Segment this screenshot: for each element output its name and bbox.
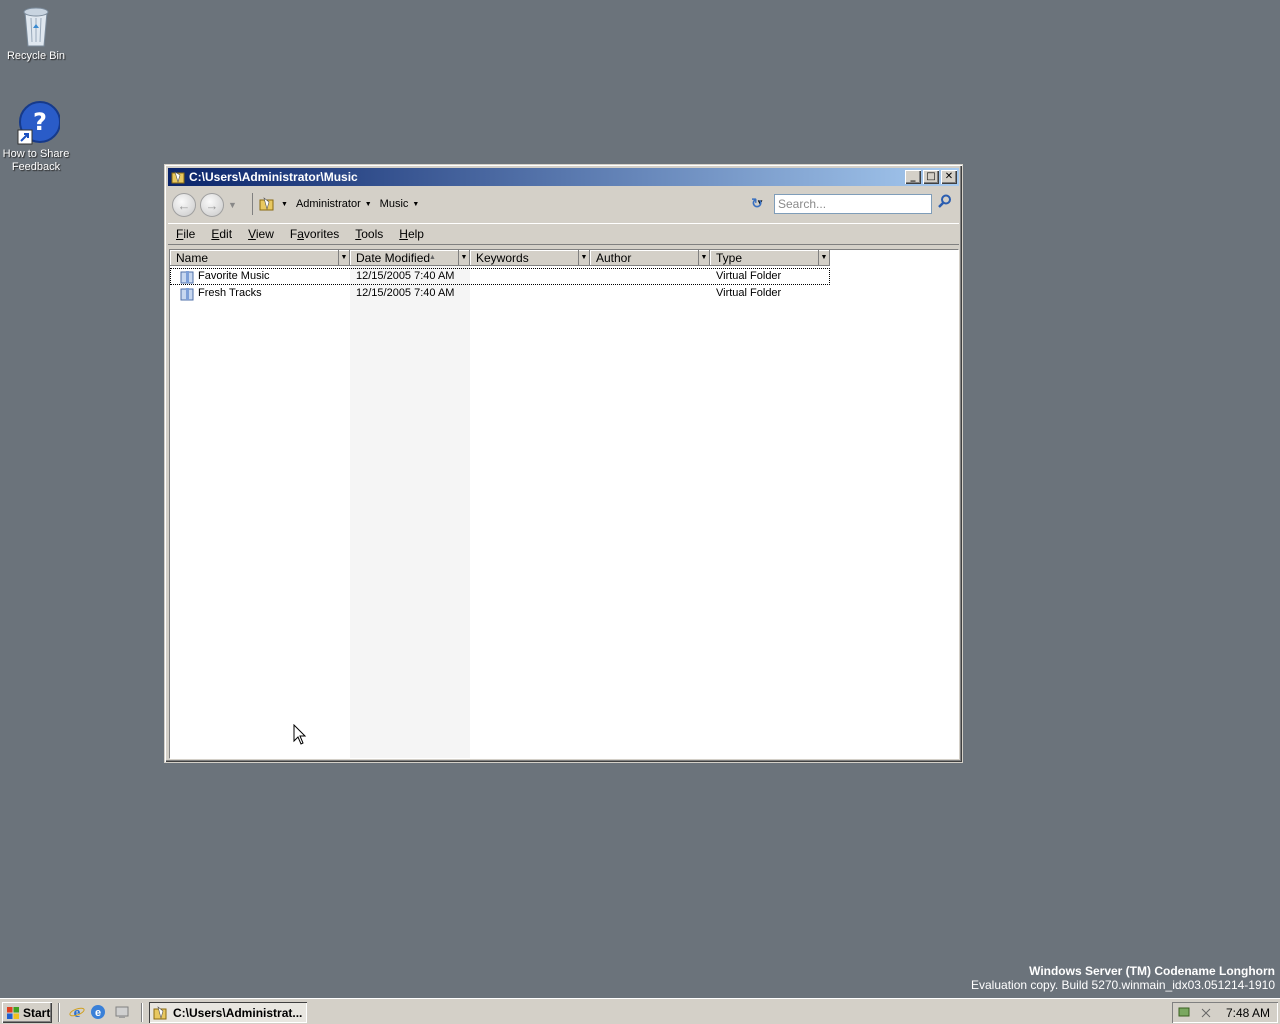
column-header-label: Keywords — [476, 251, 529, 265]
taskbar: Start e e C:\Users\Administrat... 7:48 A… — [0, 998, 1280, 1024]
refresh-icon[interactable]: ↻ — [751, 195, 763, 212]
column-header-label: Type — [716, 251, 743, 265]
virtual-folder-icon — [180, 270, 194, 284]
chevron-down-icon[interactable]: ▼ — [698, 250, 709, 265]
address-folder-icon — [259, 197, 274, 211]
recycle-bin-label: Recycle Bin — [6, 50, 66, 62]
taskbar-separator — [58, 1003, 60, 1022]
table-row[interactable]: Favorite Music 12/15/2005 7:40 AM Virtua… — [170, 268, 830, 285]
network-tray-icon[interactable] — [1176, 1005, 1212, 1021]
search-icon[interactable] — [938, 194, 952, 211]
mouse-pointer-icon — [293, 723, 307, 749]
back-button[interactable]: ← — [172, 193, 196, 217]
watermark-product: Windows Server (TM) Codename Longhorn — [1029, 964, 1275, 978]
breadcrumb[interactable]: ▼ Administrator ▼ Music ▼ ▼ — [252, 193, 768, 215]
column-headers: Name ▼ Date Modified ▲ ▼ Keywords ▼ Auth… — [170, 250, 830, 266]
column-header-type[interactable]: Type ▼ — [710, 250, 830, 266]
recycle-bin-glyph — [16, 2, 56, 47]
file-list-view[interactable]: Name ▼ Date Modified ▲ ▼ Keywords ▼ Auth… — [169, 249, 959, 759]
column-header-label: Author — [596, 251, 632, 265]
svg-text:e: e — [74, 1005, 81, 1020]
clock[interactable]: 7:48 AM — [1226, 1006, 1270, 1020]
sorted-column-highlight — [350, 250, 470, 758]
svg-text:e: e — [95, 1007, 101, 1019]
taskbar-window-label: C:\Users\Administrat... — [173, 1005, 303, 1020]
cell-date-modified: 12/15/2005 7:40 AM — [356, 270, 455, 282]
breadcrumb-root[interactable]: ▼ — [259, 197, 288, 211]
column-header-date-modified[interactable]: Date Modified ▲ ▼ — [350, 250, 470, 266]
address-toolbar: ← → ▼ ▼ Administrator ▼ Music ▼ ▼ ↻ Sear… — [168, 188, 959, 222]
watermark-build: Evaluation copy. Build 5270.winmain_idx0… — [971, 978, 1275, 992]
window-titlebar[interactable]: C:\Users\Administrator\Music _ □ ✕ — [168, 168, 959, 186]
svg-text:?: ? — [33, 108, 47, 136]
back-arrow-icon: ← — [177, 197, 191, 213]
menu-view[interactable]: View — [248, 227, 274, 241]
table-row[interactable]: Fresh Tracks 12/15/2005 7:40 AM Virtual … — [170, 285, 830, 302]
close-icon: ✕ — [944, 171, 954, 182]
menu-edit[interactable]: Edit — [211, 227, 232, 241]
internet-explorer-icon[interactable]: e — [69, 1004, 85, 1021]
system-tray: 7:48 AM — [1172, 1002, 1278, 1023]
column-header-author[interactable]: Author ▼ — [590, 250, 710, 266]
cell-date-modified: 12/15/2005 7:40 AM — [356, 287, 455, 299]
breadcrumb-label: Administrator — [295, 198, 361, 210]
menu-file[interactable]: File — [176, 227, 195, 241]
menu-tools[interactable]: Tools — [355, 227, 383, 241]
chevron-down-icon[interactable]: ▼ — [578, 250, 589, 265]
breadcrumb-item-administrator[interactable]: Administrator ▼ — [296, 198, 372, 210]
menu-bar: File Edit View Favorites Tools Help — [168, 223, 959, 245]
breadcrumb-item-music[interactable]: Music ▼ — [380, 198, 420, 210]
column-header-label: Name — [176, 251, 209, 265]
cell-type: Virtual Folder — [716, 270, 782, 282]
start-button[interactable]: Start — [2, 1002, 52, 1023]
help-shortcut-glyph: ? — [16, 100, 61, 145]
show-desktop-icon[interactable] — [114, 1004, 130, 1020]
window-title: C:\Users\Administrator\Music — [189, 170, 358, 184]
search-input[interactable]: Search... — [774, 194, 932, 214]
close-button[interactable]: ✕ — [941, 170, 957, 184]
chevron-down-icon[interactable]: ▼ — [412, 201, 419, 208]
cell-name: Favorite Music — [198, 270, 270, 282]
how-to-share-feedback-label: How to Share Feedback — [2, 148, 70, 173]
maximize-icon: □ — [926, 171, 936, 182]
menu-favorites[interactable]: Favorites — [290, 227, 339, 241]
minimize-button[interactable]: _ — [905, 170, 921, 184]
outlook-express-icon[interactable]: e — [90, 1004, 106, 1020]
how-to-share-feedback-icon[interactable]: ? How to Share Feedback — [0, 100, 72, 174]
chevron-down-icon[interactable]: ▼ — [458, 250, 469, 265]
sort-ascending-icon: ▲ — [429, 254, 436, 261]
chevron-down-icon[interactable]: ▼ — [818, 250, 829, 265]
cell-type: Virtual Folder — [716, 287, 782, 299]
chevron-down-icon[interactable]: ▼ — [281, 201, 288, 208]
folder-icon — [171, 170, 185, 184]
column-header-keywords[interactable]: Keywords ▼ — [470, 250, 590, 266]
folder-icon — [153, 1005, 167, 1019]
menu-help[interactable]: Help — [399, 227, 424, 241]
column-header-label: Date Modified — [356, 251, 431, 265]
minimize-icon: _ — [910, 171, 916, 182]
recycle-bin-icon[interactable]: Recycle Bin — [0, 2, 72, 63]
maximize-button[interactable]: □ — [923, 170, 939, 184]
taskbar-separator — [141, 1003, 143, 1022]
taskbar-window-button[interactable]: C:\Users\Administrat... — [149, 1002, 307, 1023]
cell-name: Fresh Tracks — [198, 287, 262, 299]
recent-pages-dropdown-icon[interactable]: ▼ — [228, 200, 237, 210]
breadcrumb-label: Music — [379, 198, 409, 210]
forward-button[interactable]: → — [200, 193, 224, 217]
forward-arrow-icon: → — [205, 197, 219, 213]
start-label: Start — [23, 1005, 51, 1020]
build-watermark: Windows Server (TM) Codename Longhorn Ev… — [971, 964, 1275, 992]
explorer-window: C:\Users\Administrator\Music _ □ ✕ ← → ▼… — [164, 164, 963, 763]
chevron-down-icon[interactable]: ▼ — [365, 201, 372, 208]
virtual-folder-icon — [180, 287, 194, 301]
windows-logo-icon — [7, 1006, 19, 1019]
column-header-name[interactable]: Name ▼ — [170, 250, 350, 266]
chevron-down-icon[interactable]: ▼ — [338, 250, 349, 265]
